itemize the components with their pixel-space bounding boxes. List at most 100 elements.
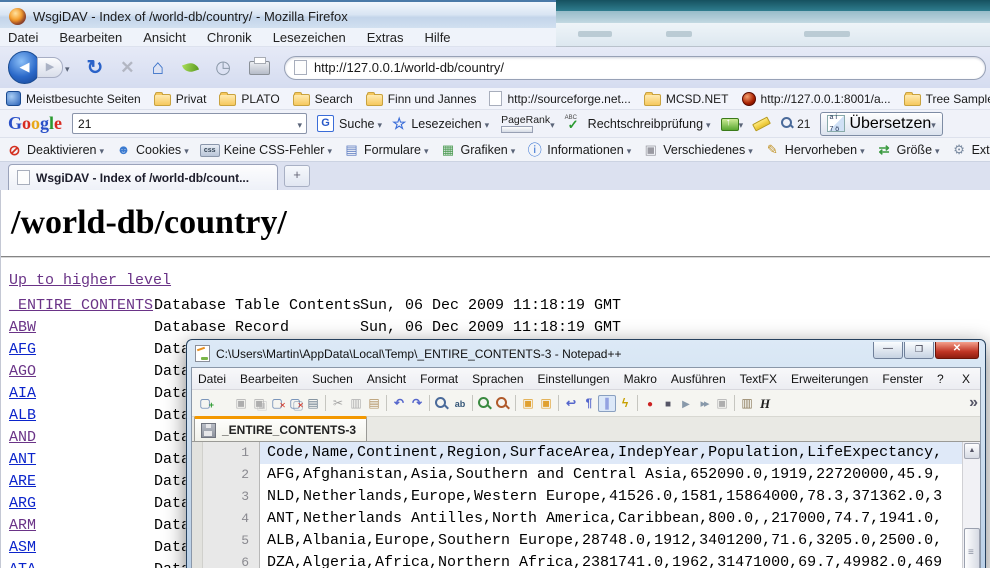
toolbar-overflow-icon[interactable] <box>969 394 978 412</box>
bookmark-item[interactable]: Tree Samples <box>904 92 990 106</box>
find-on-page-button[interactable]: 21 <box>780 116 810 131</box>
editor-line[interactable]: NLD,Netherlands,Europe,Western Europe,41… <box>260 486 962 508</box>
listing-link[interactable]: _ENTIRE_CONTENTS <box>9 297 153 314</box>
listing-link[interactable]: ATA <box>9 561 36 568</box>
listing-link[interactable]: ARM <box>9 517 36 534</box>
editor-line[interactable]: AFG,Afghanistan,Asia,Southern and Centra… <box>260 464 962 486</box>
new-tab-button[interactable] <box>284 165 310 187</box>
home-button[interactable] <box>152 56 165 80</box>
webdev-menu-item[interactable]: Formulare <box>343 141 429 159</box>
forward-button[interactable] <box>37 57 63 78</box>
listing-link[interactable]: ARE <box>9 473 36 490</box>
url-text[interactable]: http://127.0.0.1/world-db/country/ <box>314 60 504 75</box>
translate-button[interactable]: Übersetzen <box>820 112 942 136</box>
toolbar-icon[interactable] <box>580 395 598 412</box>
toolbar-icon[interactable] <box>558 395 559 411</box>
toolbar-icon[interactable] <box>494 395 512 412</box>
history-clock-icon[interactable] <box>215 57 231 78</box>
listing-link[interactable]: ASM <box>9 539 36 556</box>
toolbar-icon[interactable] <box>677 395 695 412</box>
webdev-menu-item[interactable]: Deaktivieren <box>6 141 104 159</box>
toolbar-icon[interactable] <box>616 395 634 412</box>
up-to-higher-level-link[interactable]: Up to higher level <box>9 272 171 289</box>
webdev-menu-item[interactable]: Informationen <box>526 141 631 159</box>
browser-tab[interactable]: WsgiDAV - Index of /world-db/count... <box>8 164 278 190</box>
editor-line[interactable]: DZA,Algeria,Africa,Northern Africa,23817… <box>260 552 962 568</box>
editor-line[interactable]: ANT,Netherlands Antilles,North America,C… <box>260 508 962 530</box>
chevron-down-icon[interactable] <box>511 141 516 159</box>
editor-line[interactable]: Code,Name,Continent,Region,SurfaceArea,I… <box>260 442 962 464</box>
notepad-editor[interactable]: 123456 Code,Name,Continent,Region,Surfac… <box>192 442 980 568</box>
firefox-titlebar[interactable]: WsgiDAV - Index of /world-db/country/ - … <box>0 0 990 30</box>
listing-link[interactable]: ARG <box>9 495 36 512</box>
webdev-menu-item[interactable]: Cookies <box>115 141 189 159</box>
notepad-menu-item[interactable]: Ansicht <box>367 372 406 386</box>
chevron-down-icon[interactable] <box>739 115 744 133</box>
listing-link[interactable]: AIA <box>9 385 36 402</box>
toolbar-icon[interactable] <box>386 395 387 411</box>
notepad-menu-item[interactable]: Bearbeiten <box>240 372 298 386</box>
toolbar-icon[interactable] <box>325 395 326 411</box>
bookmark-item[interactable]: Search <box>293 92 353 106</box>
listing-link[interactable]: ALB <box>9 407 36 424</box>
toolbar-icon[interactable] <box>250 395 268 412</box>
forward-dropdown-icon[interactable] <box>65 59 70 77</box>
toolbar-icon[interactable] <box>286 395 304 412</box>
editor-line[interactable]: ALB,Albania,Europe,Southern Europe,28748… <box>260 530 962 552</box>
firefox-menu-item[interactable]: Datei <box>8 30 38 45</box>
pagerank-widget[interactable]: PageRank <box>501 114 550 133</box>
toolbar-icon[interactable] <box>738 395 756 412</box>
notepad-menu-item[interactable]: Suchen <box>312 372 353 386</box>
toolbar-icon[interactable] <box>429 395 430 411</box>
print-button[interactable] <box>249 61 270 75</box>
webdev-menu-item[interactable]: Größe <box>876 141 940 159</box>
webdev-menu-item[interactable]: Grafiken <box>440 141 516 159</box>
chevron-down-icon[interactable] <box>377 115 382 133</box>
bookmark-item[interactable]: http://127.0.0.1:8001/a... <box>742 92 891 106</box>
bookmark-item[interactable]: Meistbesuchte Seiten <box>6 91 141 106</box>
chevron-down-icon[interactable] <box>627 141 632 159</box>
toolbar-icon[interactable] <box>537 395 555 412</box>
chevron-down-icon[interactable] <box>327 141 332 159</box>
google-search-button[interactable]: G Suche <box>317 115 382 133</box>
toolbar-icon[interactable] <box>734 395 735 411</box>
webdev-menu-item[interactable]: Verschiedenes <box>642 141 753 159</box>
toolbar-icon[interactable] <box>433 395 451 412</box>
minimize-button[interactable] <box>873 342 903 359</box>
bookmark-item[interactable]: Privat <box>154 92 207 106</box>
bookmark-item[interactable]: Finn und Jannes <box>366 92 477 106</box>
scrollbar-thumb[interactable] <box>964 528 980 568</box>
listing-link[interactable]: AND <box>9 429 36 446</box>
notepad-menu-item[interactable]: Format <box>420 372 458 386</box>
toolbar-icon[interactable] <box>476 395 494 412</box>
webdev-menu-item[interactable]: Hervorheben <box>764 141 865 159</box>
scroll-up-icon[interactable] <box>964 443 980 459</box>
notepad-titlebar[interactable]: C:\Users\Martin\AppData\Local\Temp\_ENTI… <box>187 340 985 367</box>
chevron-down-icon[interactable] <box>931 115 936 133</box>
highlight-button[interactable] <box>753 120 770 128</box>
firefox-menu-item[interactable]: Ansicht <box>143 30 186 45</box>
spellcheck-button[interactable]: Rechtschreibprüfung <box>565 115 711 133</box>
bookmark-item[interactable]: PLATO <box>219 92 279 106</box>
toolbar-icon[interactable] <box>637 395 638 411</box>
refresh-button[interactable] <box>87 55 104 80</box>
toolbar-icon[interactable] <box>329 395 347 412</box>
toolbar-icon[interactable] <box>472 395 473 411</box>
notepad-menu-item[interactable]: Datei <box>198 372 226 386</box>
toolbar-icon[interactable] <box>641 395 659 412</box>
notepad-menu-item[interactable]: Erweiterungen <box>791 372 868 386</box>
url-bar[interactable]: http://127.0.0.1/world-db/country/ <box>284 56 986 80</box>
notepad-menu-item[interactable]: Sprachen <box>472 372 523 386</box>
firefox-menu-item[interactable]: Lesezeichen <box>273 30 346 45</box>
toolbar-icon[interactable] <box>562 395 580 412</box>
feed-leaf-icon[interactable] <box>182 61 199 74</box>
google-search-box[interactable]: 21 <box>72 113 307 134</box>
toolbar-icon[interactable] <box>390 395 408 412</box>
toolbar-icon[interactable] <box>268 395 286 412</box>
google-search-value[interactable]: 21 <box>73 117 297 131</box>
notepad-tab[interactable]: _ENTIRE_CONTENTS-3 <box>194 416 367 441</box>
chevron-down-icon[interactable] <box>935 141 940 159</box>
listing-link[interactable]: ABW <box>9 319 36 336</box>
close-button[interactable] <box>935 342 979 359</box>
firefox-menu-item[interactable]: Bearbeiten <box>59 30 122 45</box>
